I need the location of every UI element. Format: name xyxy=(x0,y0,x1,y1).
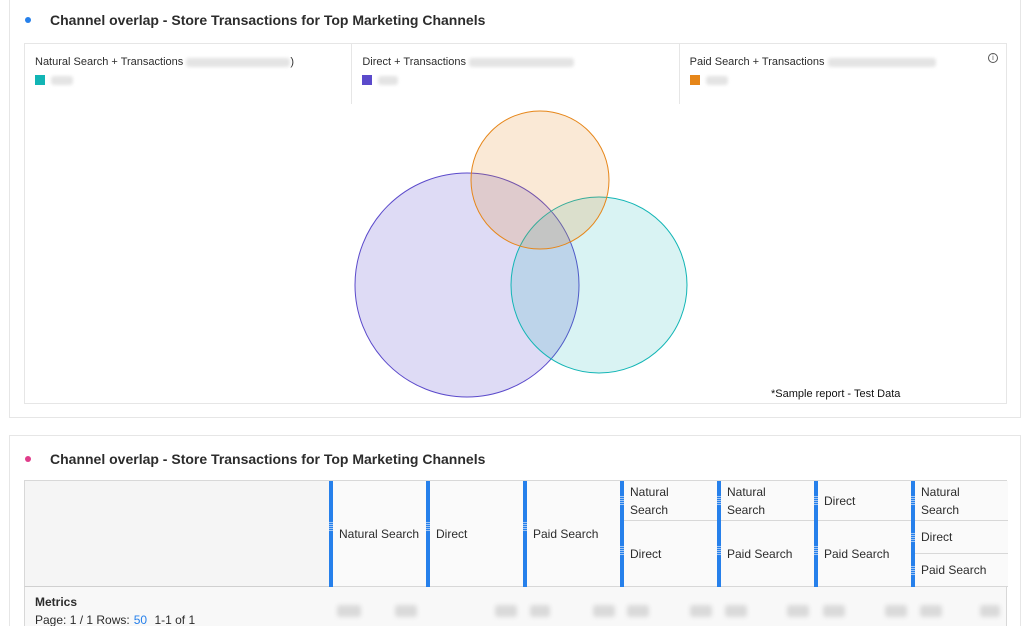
venn-visualization: Natural Search + Transactions ) Direct +… xyxy=(24,43,1007,404)
column-header-label: Direct xyxy=(436,526,468,541)
panel-title: Channel overlap - Store Transactions for… xyxy=(25,12,485,28)
venn-circle-orange xyxy=(470,110,610,250)
column-header-natural-search[interactable]: Natural Search xyxy=(329,481,426,587)
drag-handle-icon[interactable] xyxy=(620,495,624,505)
drag-handle-icon[interactable] xyxy=(620,545,624,555)
drag-handle-icon[interactable] xyxy=(911,495,915,505)
sample-report-note: *Sample report - Test Data xyxy=(771,388,901,400)
blurred-value xyxy=(378,75,399,85)
page-indicator: Page: 1 / 1 xyxy=(35,613,94,626)
blurred-value xyxy=(495,605,517,617)
column-header-natural-search-paid-search[interactable]: Natural Search Paid Search xyxy=(717,481,814,587)
column-header-direct-paid-search[interactable]: Direct Paid Search xyxy=(814,481,911,587)
column-header-label: Direct xyxy=(921,530,953,544)
freeform-table: Natural Search Direct Paid Search Natura… xyxy=(24,480,1008,626)
legend-item-natural-search: Natural Search + Transactions ) xyxy=(25,44,353,104)
legend-item-direct: Direct + Transactions xyxy=(352,44,680,104)
column-header-label: Direct xyxy=(630,546,662,561)
blurred-value xyxy=(51,75,73,85)
legend-label: Paid Search + Transactions xyxy=(689,56,825,68)
drag-handle-icon[interactable] xyxy=(717,495,721,505)
column-header-label: Natural Search xyxy=(339,526,420,541)
info-icon[interactable]: i xyxy=(987,53,998,63)
panel-title-text: Channel overlap - Store Transactions for… xyxy=(50,451,486,467)
pagination: Page: 1 / 1 Rows: 50 1-1 of 1 xyxy=(35,613,195,626)
drag-handle-icon[interactable] xyxy=(426,521,430,531)
legend-label: Direct + Transactions xyxy=(362,56,466,68)
blurred-value xyxy=(627,605,649,617)
blurred-value xyxy=(823,605,845,617)
legend-suffix: ) xyxy=(290,56,295,68)
panel-title-text: Channel overlap - Store Transactions for… xyxy=(50,12,486,28)
drag-handle-icon[interactable] xyxy=(911,565,915,575)
row-range: 1-1 of 1 xyxy=(154,613,196,626)
blurred-value xyxy=(705,75,728,85)
venn-panel: Channel overlap - Store Transactions for… xyxy=(9,0,1021,418)
blurred-value xyxy=(725,605,747,617)
drag-handle-icon[interactable] xyxy=(329,521,333,531)
legend-swatch-orange xyxy=(689,75,700,85)
legend-swatch-purple xyxy=(362,75,373,85)
rows-label: Rows: xyxy=(96,613,130,626)
column-header-label: Natural Search xyxy=(630,484,669,517)
column-header-label: Natural Search xyxy=(727,484,766,517)
legend-item-paid-search: Paid Search + Transactions i xyxy=(680,44,1006,104)
column-header-natural-search-direct-paid-search[interactable]: Natural Search Direct Paid Search xyxy=(911,481,1008,587)
blurred-value xyxy=(787,605,809,617)
blurred-value xyxy=(337,605,361,617)
drag-handle-icon[interactable] xyxy=(911,532,915,542)
metrics-row: Metrics Page: 1 / 1 Rows: 50 1-1 of 1 xyxy=(24,587,1007,626)
blurred-value xyxy=(827,57,936,67)
metrics-label: Metrics xyxy=(35,595,78,609)
blurred-value xyxy=(395,605,417,617)
column-header-paid-search[interactable]: Paid Search xyxy=(523,481,620,587)
column-header-direct[interactable]: Direct xyxy=(426,481,523,587)
legend-label: Natural Search + Transactions xyxy=(35,56,184,68)
blurred-value xyxy=(469,57,575,67)
column-header-label: Natural Search xyxy=(921,484,960,517)
blurred-value xyxy=(980,605,1000,617)
panel-dot-icon xyxy=(25,456,31,462)
blurred-value xyxy=(920,605,942,617)
column-header-label: Paid Search xyxy=(921,563,987,577)
rows-per-page-select[interactable]: 50 xyxy=(134,613,147,626)
legend-swatch-teal xyxy=(35,75,45,85)
drag-handle-icon[interactable] xyxy=(717,545,721,555)
table-header: Natural Search Direct Paid Search Natura… xyxy=(24,481,1008,587)
blurred-value xyxy=(593,605,615,617)
column-header-label: Direct xyxy=(824,493,856,508)
venn-legend: Natural Search + Transactions ) Direct +… xyxy=(25,44,1006,104)
column-header-label: Paid Search xyxy=(533,526,599,541)
table-panel: Channel overlap - Store Transactions for… xyxy=(9,435,1021,626)
blurred-value xyxy=(885,605,907,617)
column-header-label: Paid Search xyxy=(727,546,793,561)
panel-dot-icon xyxy=(25,17,31,23)
drag-handle-icon[interactable] xyxy=(814,545,818,555)
blurred-value xyxy=(690,605,712,617)
column-header-label: Paid Search xyxy=(824,546,890,561)
panel-title: Channel overlap - Store Transactions for… xyxy=(25,451,485,467)
drag-handle-icon[interactable] xyxy=(523,521,527,531)
drag-handle-icon[interactable] xyxy=(814,495,818,505)
blurred-value xyxy=(530,605,550,617)
column-header-natural-search-direct[interactable]: Natural Search Direct xyxy=(620,481,717,587)
blurred-value xyxy=(186,57,291,67)
